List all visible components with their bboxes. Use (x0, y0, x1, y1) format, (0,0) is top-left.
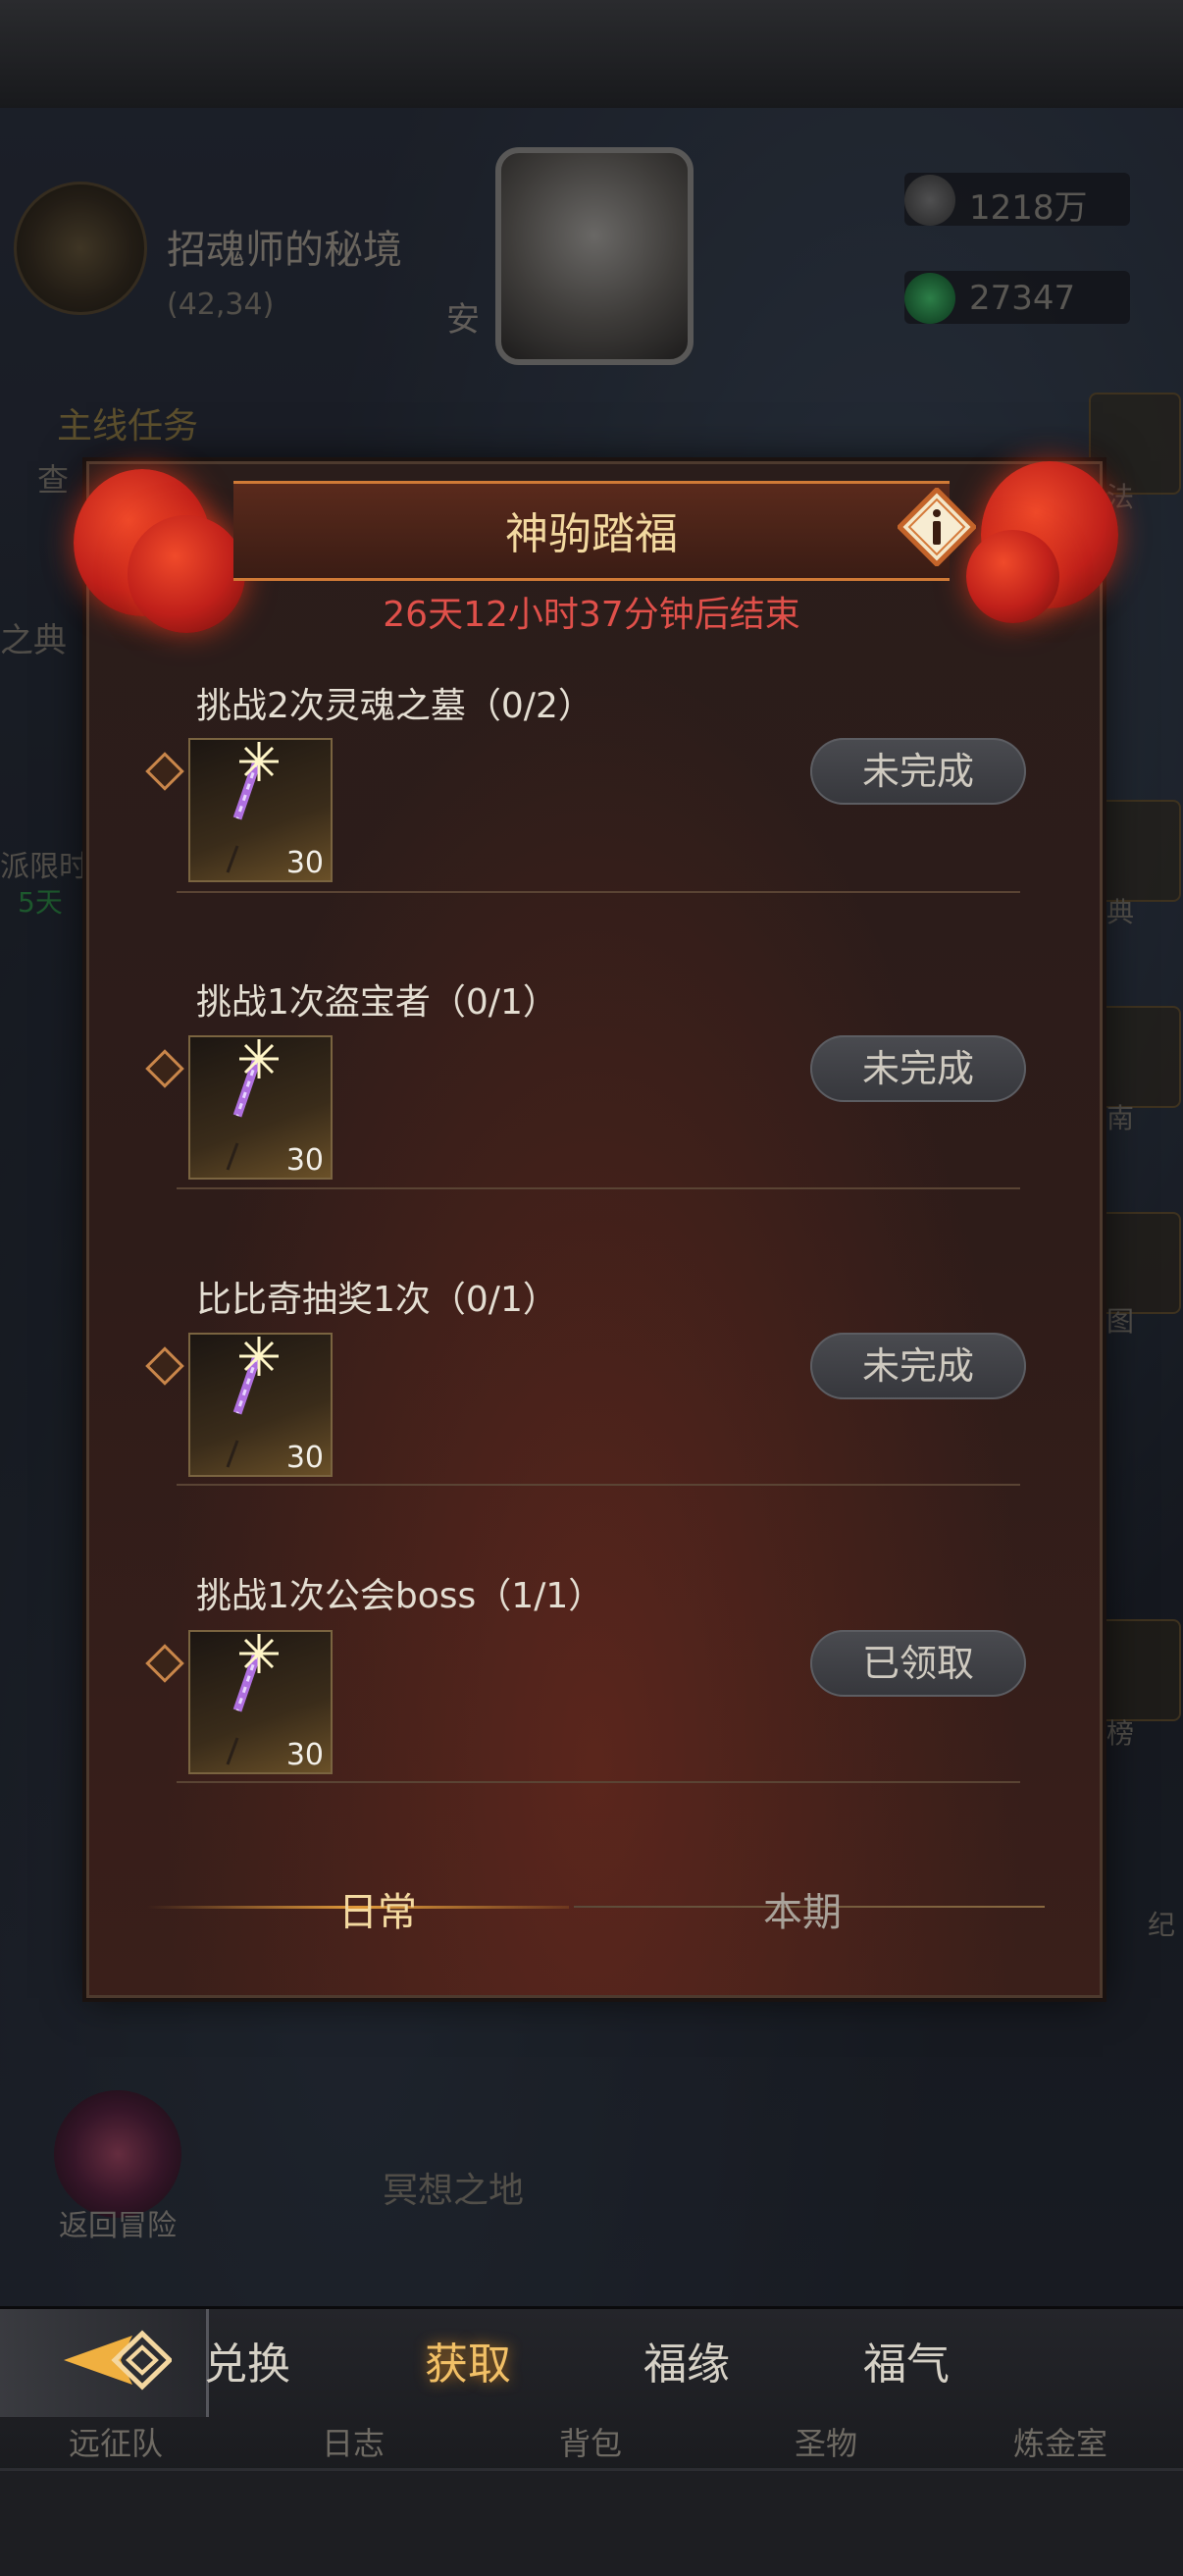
row-divider (177, 1484, 1020, 1486)
info-icon (898, 488, 976, 566)
reward-quantity-4: 30 (285, 1738, 324, 1772)
reward-quantity-3: 30 (285, 1441, 324, 1475)
nav-tab-fortune[interactable]: 福缘 (643, 2329, 730, 2392)
menu-label-relic[interactable]: 圣物 (795, 2419, 857, 2464)
event-countdown: 26天12小时37分钟后结束 (383, 595, 800, 635)
menu-label-log[interactable]: 日志 (322, 2419, 385, 2464)
row-divider (177, 1781, 1020, 1783)
nav-tab-blessing[interactable]: 福气 (863, 2329, 950, 2392)
task-status-button-2[interactable]: 未完成 (810, 1035, 1026, 1102)
row-divider (177, 891, 1020, 893)
task-title-2: 挑战1次盗宝者（0/1） (196, 982, 558, 1023)
task-title-4: 挑战1次公会boss（1/1） (196, 1576, 604, 1616)
info-button[interactable] (898, 488, 976, 566)
nav-tab-get[interactable]: 获取 (425, 2329, 511, 2392)
bottom-frame (0, 2468, 1183, 2576)
modal-title: 神驹踏福 (505, 509, 678, 559)
menu-label-alchemy[interactable]: 炼金室 (1013, 2419, 1107, 2464)
tab-daily[interactable]: 日常 (338, 1880, 417, 1937)
tab-period[interactable]: 本期 (763, 1880, 842, 1937)
nav-tab-exchange[interactable]: 兑换 (204, 2329, 290, 2392)
back-arrow-icon (64, 2330, 172, 2391)
reward-quantity-2: 30 (285, 1143, 324, 1178)
task-title-1: 挑战2次灵魂之墓（0/2） (196, 686, 593, 726)
task-title-3: 比比奇抽奖1次（0/1） (196, 1280, 558, 1320)
row-divider (177, 1187, 1020, 1189)
task-status-button-4[interactable]: 已领取 (810, 1630, 1026, 1697)
reward-quantity-1: 30 (285, 846, 324, 880)
task-status-button-3[interactable]: 未完成 (810, 1333, 1026, 1399)
task-status-button-1[interactable]: 未完成 (810, 738, 1026, 805)
menu-label-bag[interactable]: 背包 (559, 2419, 622, 2464)
top-frame (0, 0, 1183, 111)
menu-label-expedition[interactable]: 远征队 (69, 2419, 163, 2464)
